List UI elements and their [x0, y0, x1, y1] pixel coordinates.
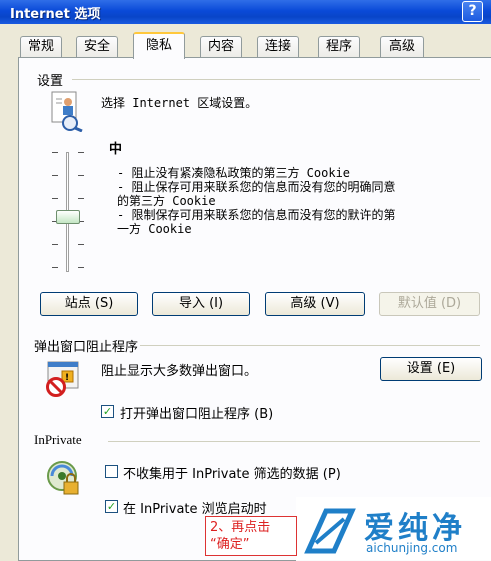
slider-tick [78, 244, 84, 245]
privacy-description-line: - 阻止保存可用来联系您的信息而没有您的明确同意 [117, 180, 396, 194]
svg-text:!: ! [65, 373, 69, 383]
popup-blocker-checkbox-label[interactable]: 打开弹出窗口阻止程序 (B) [120, 403, 273, 422]
slider-tick [52, 175, 58, 176]
popup-separator [140, 345, 480, 346]
slider-tick [78, 198, 84, 199]
watermark-logo-icon [304, 508, 356, 554]
settings-group-title: 设置 [37, 74, 64, 89]
slider-tick [52, 267, 58, 268]
inprivate-icon [47, 461, 79, 495]
inprivate-group-title: InPrivate [34, 432, 82, 447]
inprivate-filter-data-checkbox[interactable] [105, 465, 118, 478]
privacy-level-label: 中 [109, 142, 123, 157]
instruction-annotation: 2、再点击 “确定” [205, 516, 297, 556]
advanced-button[interactable]: 高级 (V) [265, 292, 365, 316]
slider-tick [78, 152, 84, 153]
default-button[interactable]: 默认值 (D) [379, 292, 480, 316]
inprivate-disable-toolbars-checkbox[interactable]: ✓ [105, 500, 118, 513]
popup-blocker-checkbox[interactable]: ✓ [101, 405, 114, 418]
privacy-description-line: - 阻止没有紧凑隐私政策的第三方 Cookie [117, 166, 351, 180]
slider-tick [52, 244, 58, 245]
inprivate-disable-toolbars-checkbox-label[interactable]: 在 InPrivate 浏览启动时 [123, 498, 267, 517]
popup-status-text: 阻止显示大多数弹出窗口。 [101, 364, 258, 379]
import-button[interactable]: 导入 (I) [152, 292, 250, 316]
slider-tick [52, 152, 58, 153]
settings-separator [72, 79, 480, 80]
watermark-url: aichunjing.com [366, 541, 458, 555]
privacy-description-line: 一方 Cookie [117, 222, 192, 236]
privacy-settings-icon [51, 91, 83, 132]
watermark: 爱纯净 aichunjing.com [296, 497, 491, 561]
popup-blocker-icon: ! [46, 361, 79, 397]
sites-button[interactable]: 站点 (S) [40, 292, 138, 316]
inprivate-filter-data-checkbox-label[interactable]: 不收集用于 InPrivate 筛选的数据 (P) [123, 463, 341, 482]
zone-prompt: 选择 Internet 区域设置。 [101, 96, 258, 110]
annotation-line-1: 2、再点击 [210, 520, 271, 535]
privacy-description-line: - 限制保存可用来联系您的信息而没有您的默许的第 [117, 208, 396, 222]
privacy-description-line: 的第三方 Cookie [117, 194, 216, 208]
slider-tick [52, 198, 58, 199]
annotation-line-2: “确定” [210, 537, 250, 552]
popup-settings-button[interactable]: 设置 (E) [380, 357, 482, 381]
slider-tick [78, 267, 84, 268]
inprivate-separator [108, 441, 480, 442]
popup-group-title: 弹出窗口阻止程序 [34, 340, 139, 355]
privacy-slider-thumb[interactable] [56, 210, 80, 224]
slider-tick [78, 175, 84, 176]
